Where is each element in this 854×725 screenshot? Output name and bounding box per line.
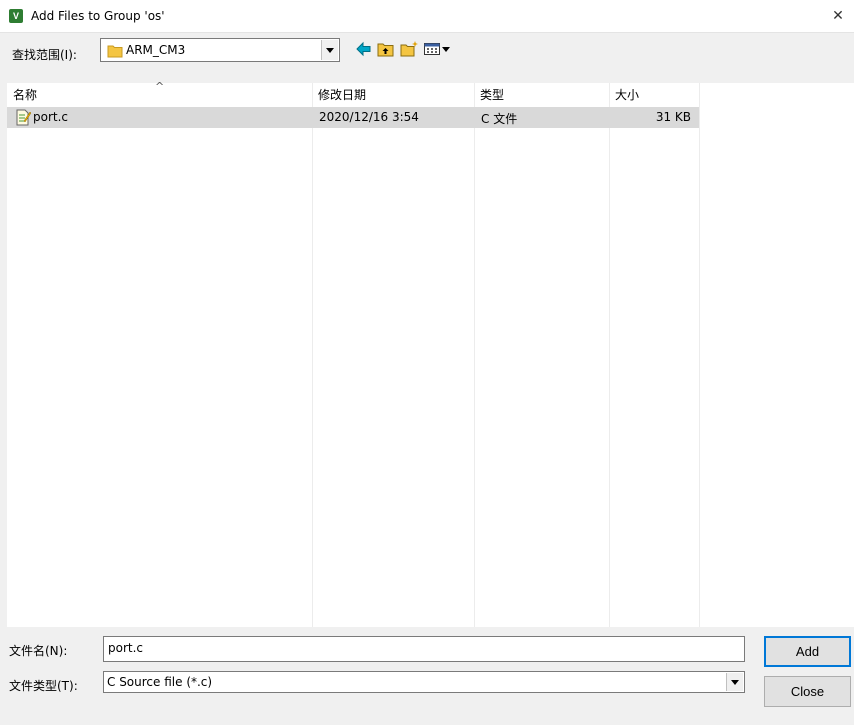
column-divider: [474, 83, 475, 627]
up-folder-icon[interactable]: [376, 40, 396, 58]
file-list[interactable]: 名称 ^ 修改日期 类型 大小 port.c 2020/12/16 3:54 C…: [7, 80, 854, 627]
look-in-value: ARM_CM3: [126, 43, 186, 57]
file-type-value: C Source file (*.c): [107, 675, 213, 689]
file-name-cell: port.c: [33, 110, 69, 124]
column-divider: [312, 83, 313, 627]
close-icon[interactable]: ✕: [828, 6, 848, 26]
column-header-modified[interactable]: 修改日期: [312, 83, 474, 107]
column-header-type[interactable]: 类型: [474, 83, 609, 107]
file-name-value: port.c: [108, 641, 144, 655]
chevron-down-icon[interactable]: [321, 40, 338, 60]
close-button[interactable]: Close: [764, 676, 851, 707]
column-header-size[interactable]: 大小: [609, 83, 699, 107]
look-in-label: 查找范围(I):: [12, 48, 77, 62]
new-folder-icon[interactable]: [399, 40, 419, 58]
c-source-file-icon: [16, 109, 31, 126]
file-type-dropdown[interactable]: C Source file (*.c): [103, 671, 745, 693]
add-button[interactable]: Add: [764, 636, 851, 667]
file-size-cell: 31 KB: [655, 110, 691, 124]
back-arrow-icon[interactable]: [354, 40, 374, 58]
file-modified-cell: 2020/12/16 3:54: [319, 110, 419, 124]
column-divider: [609, 83, 610, 627]
sort-ascending-icon: ^: [155, 80, 165, 93]
file-name-label: 文件名(N):: [9, 644, 68, 658]
title-bar: V Add Files to Group 'os' ✕: [0, 0, 854, 33]
file-name-input[interactable]: port.c: [103, 636, 745, 662]
look-in-dropdown[interactable]: ARM_CM3: [100, 38, 340, 62]
file-type-label: 文件类型(T):: [9, 679, 78, 693]
folder-icon: [107, 45, 123, 58]
window-title: Add Files to Group 'os': [31, 9, 165, 23]
file-type-cell: C 文件: [481, 112, 518, 126]
uvision-app-icon: V: [9, 9, 23, 23]
column-divider: [699, 83, 700, 627]
view-menu-icon[interactable]: [423, 40, 453, 58]
chevron-down-icon[interactable]: [726, 673, 743, 691]
